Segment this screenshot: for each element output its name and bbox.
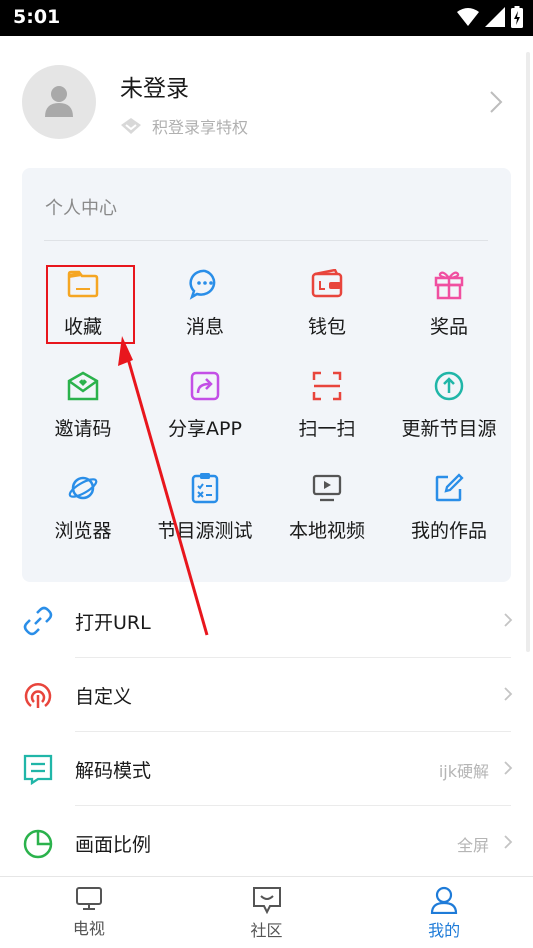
tv-icon: [75, 887, 102, 910]
bottom-tab-bar: 电视 社区 我的: [0, 876, 533, 948]
list-item-label: 打开URL: [75, 612, 151, 634]
tab-label: 电视: [72, 919, 105, 938]
profile-person-icon: [431, 886, 458, 914]
custom-podcast-icon: [24, 683, 52, 708]
tab-label: 社区: [250, 921, 283, 940]
chevron-right-icon: [504, 613, 513, 627]
list-item-aspect-ratio[interactable]: 画面比例 全屏: [0, 806, 533, 880]
chevron-right-icon: [504, 687, 513, 701]
settings-list: 打开URL 自定义 解码模式 ijk硬解 画面比例 全屏: [0, 584, 533, 880]
chevron-right-icon: [504, 761, 513, 775]
tab-community[interactable]: 社区: [178, 877, 356, 948]
list-item-label: 解码模式: [75, 760, 152, 782]
community-chat-icon: [252, 887, 281, 914]
list-item-value: 全屏: [456, 836, 489, 855]
list-item-open-url[interactable]: 打开URL: [0, 584, 533, 658]
pie-ratio-icon: [23, 829, 53, 859]
tab-mine[interactable]: 我的: [355, 877, 533, 948]
list-item-custom[interactable]: 自定义: [0, 658, 533, 732]
link-icon: [23, 606, 53, 636]
chevron-right-icon: [504, 835, 513, 849]
tab-label: 我的: [428, 921, 461, 940]
tab-tv[interactable]: 电视: [0, 877, 178, 948]
list-item-label: 自定义: [75, 686, 133, 708]
decode-icon: [23, 754, 53, 785]
list-item-decode-mode[interactable]: 解码模式 ijk硬解: [0, 732, 533, 806]
list-item-label: 画面比例: [75, 834, 152, 856]
list-item-value: ijk硬解: [438, 762, 489, 781]
